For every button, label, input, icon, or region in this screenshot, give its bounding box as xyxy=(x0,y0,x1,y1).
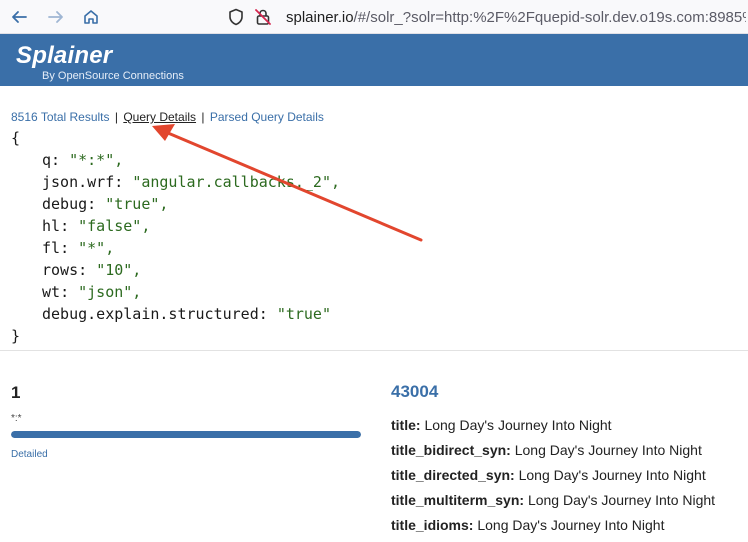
json-param-line: debug.explain.structured: "true" xyxy=(42,305,331,323)
home-button[interactable] xyxy=(78,5,104,29)
back-arrow-icon xyxy=(12,11,27,23)
section-divider xyxy=(0,350,748,351)
doc-field-value: Long Day's Journey Into Night xyxy=(424,417,612,433)
home-icon xyxy=(84,10,98,24)
doc-field-value: Long Day's Journey Into Night xyxy=(527,492,716,508)
json-param-value: "true" xyxy=(276,305,331,323)
json-param-line: rows: "10", xyxy=(42,261,142,279)
doc-field-value: Long Day's Journey Into Night xyxy=(514,442,702,458)
query-json: { q: "*:*", json.wrf: "angular.callbacks.… xyxy=(11,127,340,347)
json-param-key: wt xyxy=(42,283,61,301)
brand-subtitle: By OpenSource Connections xyxy=(42,70,184,82)
lock-slash-icon[interactable] xyxy=(254,8,272,26)
json-param-value: "angular.callbacks._2", xyxy=(132,173,341,191)
doc-field-name: title_bidirect_syn: xyxy=(391,442,511,458)
doc-field-value: Long Day's Journey Into Night xyxy=(477,517,665,533)
json-param-value: "*:*", xyxy=(69,151,124,169)
parsed-query-details-link[interactable]: Parsed Query Details xyxy=(210,110,324,124)
shield-icon[interactable] xyxy=(228,8,244,26)
json-param-value: "json", xyxy=(78,283,142,301)
app-header: Splainer By OpenSource Connections xyxy=(0,34,748,86)
json-param-line: q: "*:*", xyxy=(42,151,124,169)
total-results-link[interactable]: 8516 Total Results xyxy=(11,110,110,124)
doc-field-row: title_multiterm_syn: Long Day's Journey … xyxy=(391,488,748,513)
doc-id-link[interactable]: 43004 xyxy=(391,382,438,402)
json-param-line: wt: "json", xyxy=(42,283,142,301)
json-params: q: "*:*", json.wrf: "angular.callbacks._2… xyxy=(11,149,340,325)
doc-field-row: title_bidirect_syn: Long Day's Journey I… xyxy=(391,438,748,463)
url-text[interactable]: splainer.io/#/solr_?solr=http:%2F%2Fquep… xyxy=(286,9,746,26)
json-param-value: "10", xyxy=(96,261,142,279)
json-param-line: debug: "true", xyxy=(42,195,169,213)
json-param-line: hl: "false", xyxy=(42,217,151,235)
doc-field-name: title_directed_syn: xyxy=(391,467,515,483)
doc-field-name: title_idioms: xyxy=(391,517,474,533)
json-param-value: "true", xyxy=(105,195,169,213)
json-param-key: rows xyxy=(42,261,79,279)
json-param-key: hl xyxy=(42,217,61,235)
json-param-value: "*", xyxy=(78,239,115,257)
url-host: splainer.io xyxy=(286,8,354,26)
json-param-key: debug xyxy=(42,195,88,213)
forward-button[interactable] xyxy=(43,5,69,29)
query-details-link[interactable]: Query Details xyxy=(123,110,196,124)
doc-field-name: title: xyxy=(391,417,421,433)
json-close-brace: } xyxy=(11,327,21,345)
results-links: 8516 Total Results | Query Details | Par… xyxy=(11,110,324,124)
json-param-key: debug.explain.structured xyxy=(42,305,259,323)
score-bar[interactable] xyxy=(11,431,361,438)
detailed-link[interactable]: Detailed xyxy=(11,449,48,460)
doc-query: *:* xyxy=(11,413,22,424)
url-path: /#/solr_?solr=http:%2F%2Fquepid-solr.dev… xyxy=(353,8,746,26)
browser-toolbar: splainer.io/#/solr_?solr=http:%2F%2Fquep… xyxy=(0,0,748,34)
score-bar-fill xyxy=(11,431,361,438)
forward-arrow-icon xyxy=(48,11,63,23)
doc-field-row: title_idioms: Long Day's Journey Into Ni… xyxy=(391,513,748,538)
link-separator: | xyxy=(114,110,118,124)
doc-fields: title: Long Day's Journey Into Night titl… xyxy=(391,413,748,538)
json-param-key: fl xyxy=(42,239,61,257)
link-separator: | xyxy=(201,110,205,124)
doc-field-value: Long Day's Journey Into Night xyxy=(518,467,706,483)
url-bar[interactable]: splainer.io/#/solr_?solr=http:%2F%2Fquep… xyxy=(220,2,748,32)
doc-rank: 1 xyxy=(11,383,21,402)
back-button[interactable] xyxy=(6,5,32,29)
json-open-brace: { xyxy=(11,129,21,147)
doc-field-name: title_multiterm_syn: xyxy=(391,492,525,508)
json-param-line: fl: "*", xyxy=(42,239,115,257)
json-param-key: q xyxy=(42,151,52,169)
doc-field-row: title_directed_syn: Long Day's Journey I… xyxy=(391,463,748,488)
json-param-line: json.wrf: "angular.callbacks._2", xyxy=(42,173,341,191)
json-param-key: json.wrf xyxy=(42,173,115,191)
brand-title[interactable]: Splainer xyxy=(16,42,112,70)
json-param-value: "false", xyxy=(78,217,151,235)
doc-field-row: title: Long Day's Journey Into Night xyxy=(391,413,748,438)
